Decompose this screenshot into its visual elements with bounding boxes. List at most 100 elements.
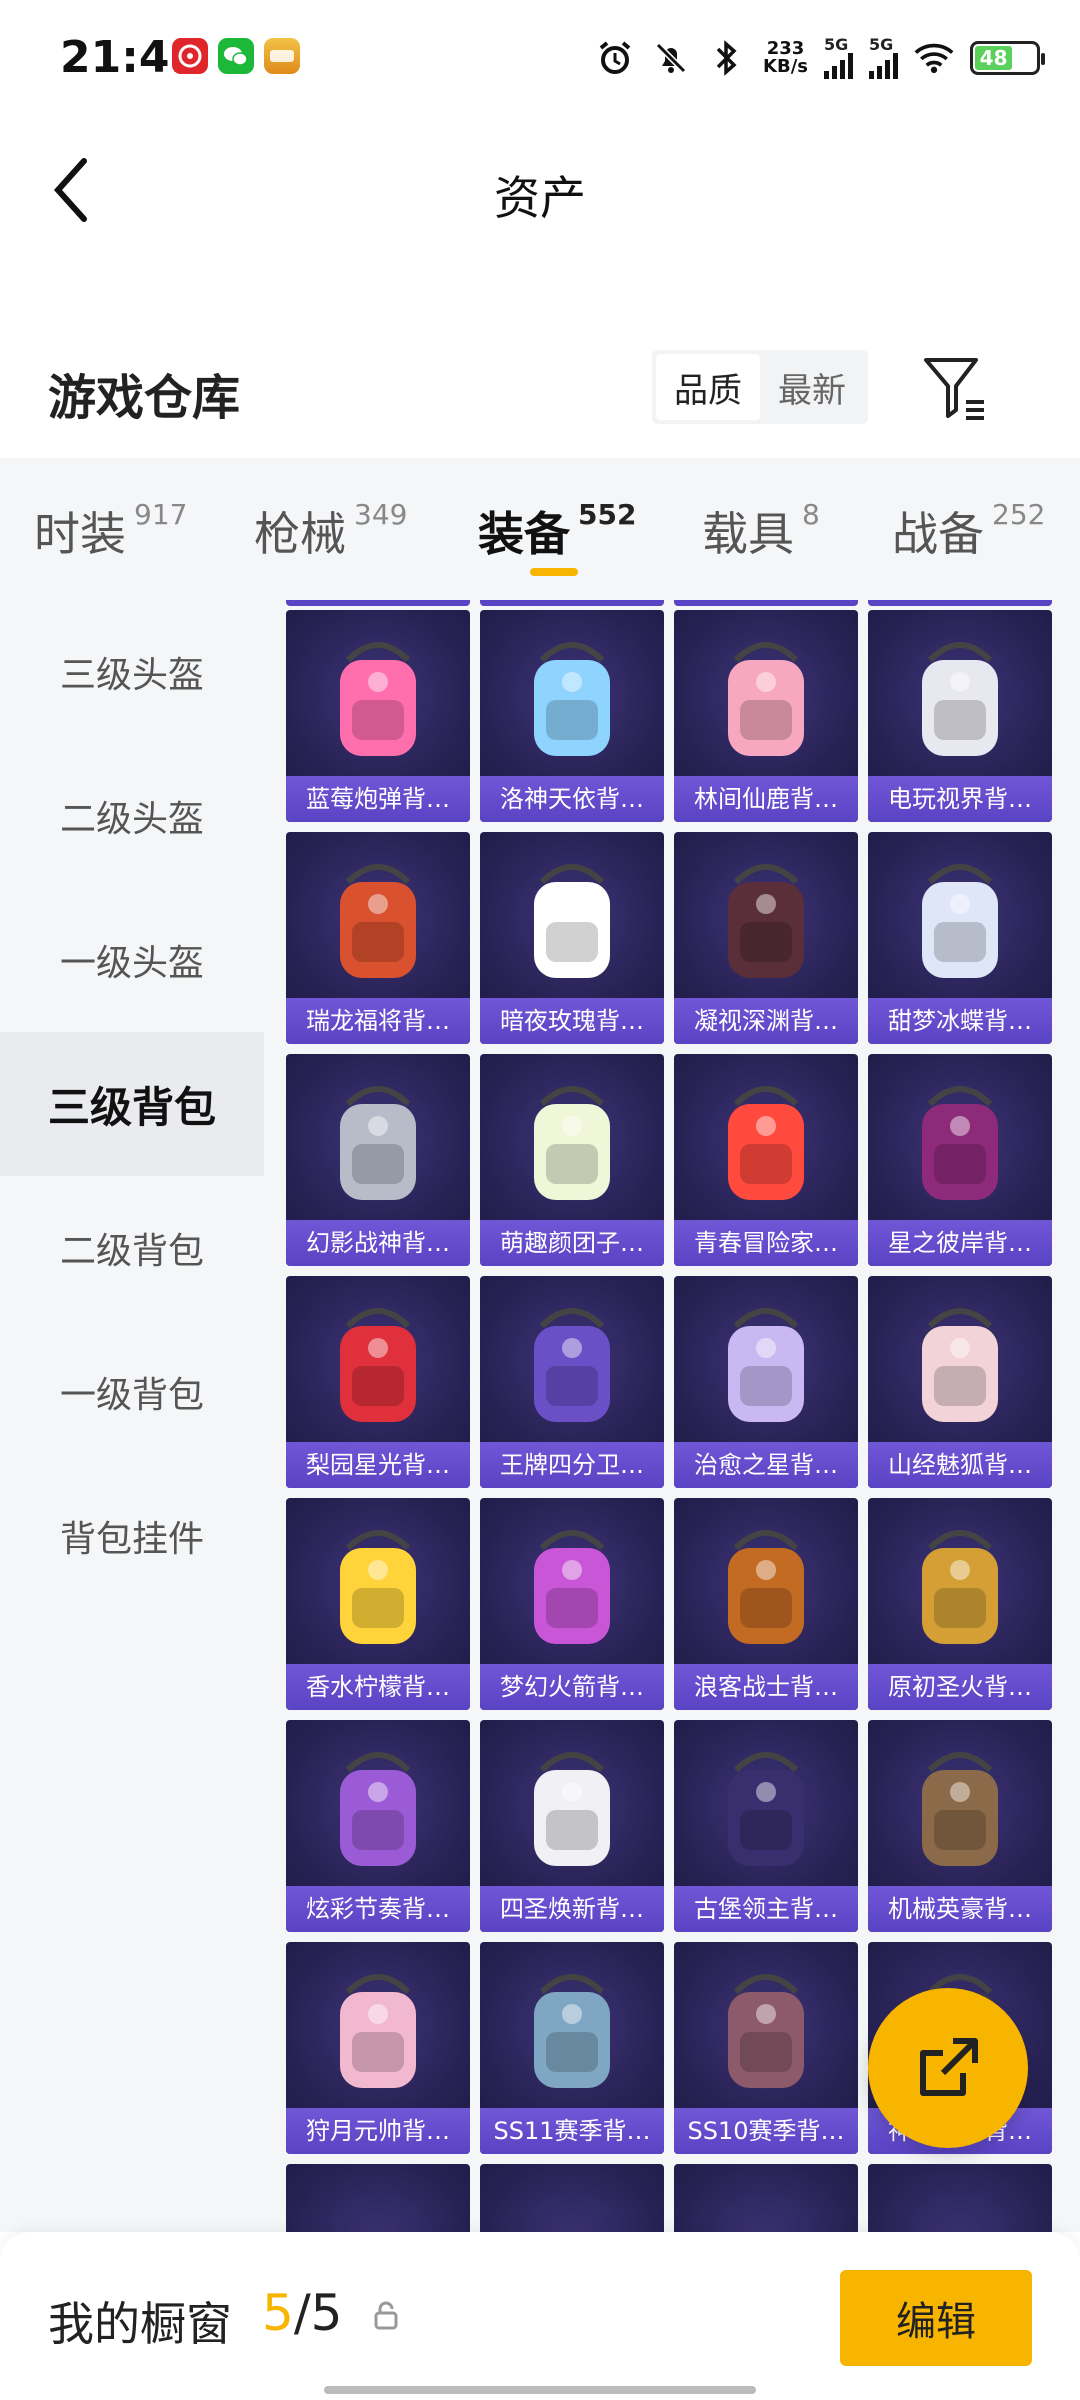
item-card[interactable]: 暗夜玫瑰背… <box>480 832 664 1044</box>
share-button[interactable] <box>868 1988 1028 2148</box>
wechat-icon <box>218 38 254 74</box>
sidebar-item-helmet-2[interactable]: 二级头盔 <box>0 744 264 888</box>
item-name: 青春冒险家… <box>674 1220 858 1266</box>
item-card[interactable] <box>868 2164 1052 2232</box>
item-name: SS11赛季背… <box>480 2108 664 2154</box>
sort-quality-button[interactable]: 品质 <box>656 354 760 420</box>
item-card[interactable] <box>480 2164 664 2232</box>
item-card[interactable]: 林间仙鹿背… <box>674 610 858 822</box>
item-name: 炫彩节奏背… <box>286 1886 470 1932</box>
item-card[interactable]: 瑞龙福将背… <box>286 832 470 1044</box>
backpack-icon <box>318 1518 438 1658</box>
item-card[interactable]: 王牌四分卫… <box>480 1276 664 1488</box>
item-card[interactable]: 青春冒险家… <box>674 1054 858 1266</box>
item-name: SS10赛季背… <box>674 2108 858 2154</box>
backpack-icon <box>318 630 438 770</box>
sim1-signal: 5G <box>824 37 853 79</box>
item-card[interactable]: 梨园星光背… <box>286 1276 470 1488</box>
backpack-icon <box>706 630 826 770</box>
sidebar-item-backpack-1[interactable]: 一级背包 <box>0 1320 264 1464</box>
item-name: 浪客战士背… <box>674 1664 858 1710</box>
edit-button[interactable]: 编辑 <box>840 2270 1032 2366</box>
item-card[interactable]: SS11赛季背… <box>480 1942 664 2154</box>
item-card[interactable]: 萌趣颜团子… <box>480 1054 664 1266</box>
item-card[interactable]: 香水柠檬背… <box>286 1498 470 1710</box>
backpack-icon <box>900 1296 1020 1436</box>
item-card[interactable]: 甜梦冰蝶背… <box>868 832 1052 1044</box>
sidebar-item-backpack-charm[interactable]: 背包挂件 <box>0 1464 264 1608</box>
lock-icon[interactable] <box>372 2300 400 2330</box>
backpack-icon <box>900 1074 1020 1214</box>
showcase-label: 我的橱窗 <box>48 2297 232 2351</box>
item-card[interactable]: 机械英豪背… <box>868 1720 1052 1932</box>
item-card[interactable]: 凝视深渊背… <box>674 832 858 1044</box>
sidebar-item-backpack-2[interactable]: 二级背包 <box>0 1176 264 1320</box>
backpack-icon <box>900 1740 1020 1880</box>
sidebar-item-helmet-1[interactable]: 一级头盔 <box>0 888 264 1032</box>
item-card[interactable]: 山经魅狐背… <box>868 1276 1052 1488</box>
item-name: 暗夜玫瑰背… <box>480 998 664 1044</box>
bluetooth-icon <box>707 38 747 78</box>
item-card[interactable]: 电玩视界背… <box>868 610 1052 822</box>
backpack-icon <box>318 1296 438 1436</box>
item-card[interactable]: SS10赛季背… <box>674 1942 858 2154</box>
warehouse-title: 游戏仓库 <box>48 370 241 426</box>
item-name: 四圣焕新背… <box>480 1886 664 1932</box>
item-name: 甜梦冰蝶背… <box>868 998 1052 1044</box>
backpack-icon <box>512 1074 632 1214</box>
sidebar-item-helmet-3[interactable]: 三级头盔 <box>0 600 264 744</box>
tab-combat-gear[interactable]: 战备 252 <box>892 498 1045 564</box>
backpack-icon <box>318 1962 438 2102</box>
partial-card[interactable] <box>868 600 1052 606</box>
tab-equipment[interactable]: 装备 552 <box>478 498 636 564</box>
partial-card[interactable] <box>480 600 664 606</box>
net-speed-unit: KB/s <box>763 56 808 77</box>
backpack-icon <box>512 1518 632 1658</box>
item-card[interactable]: 洛神天依背… <box>480 610 664 822</box>
item-name: 电玩视界背… <box>868 776 1052 822</box>
battery-icon: 48 <box>970 41 1045 75</box>
tab-label: 战备 <box>892 507 984 561</box>
item-card[interactable]: 原初圣火背… <box>868 1498 1052 1710</box>
battery-level: 48 <box>975 46 1013 70</box>
item-name: 原初圣火背… <box>868 1664 1052 1710</box>
backpack-icon <box>706 1962 826 2102</box>
item-card[interactable]: 蓝莓炮弹背… <box>286 610 470 822</box>
alarm-icon <box>595 38 635 78</box>
item-card[interactable]: 浪客战士背… <box>674 1498 858 1710</box>
showcase-count: 5/5 <box>262 2284 342 2342</box>
backpack-icon <box>706 1740 826 1880</box>
item-card[interactable] <box>674 2164 858 2232</box>
category-tabs: 时装 917 枪械 349 装备 552 载具 8 战备 252 <box>0 458 1080 600</box>
item-name: 蓝莓炮弹背… <box>286 776 470 822</box>
tab-count: 8 <box>802 498 820 531</box>
tab-fashion[interactable]: 时装 917 <box>34 498 187 564</box>
item-card[interactable]: 星之彼岸背… <box>868 1054 1052 1266</box>
item-name: 狩月元帅背… <box>286 2108 470 2154</box>
backpack-icon <box>900 630 1020 770</box>
item-card[interactable]: 梦幻火箭背… <box>480 1498 664 1710</box>
backpack-icon <box>512 1740 632 1880</box>
item-name: 凝视深渊背… <box>674 998 858 1044</box>
item-card[interactable]: 狩月元帅背… <box>286 1942 470 2154</box>
item-card[interactable]: 炫彩节奏背… <box>286 1720 470 1932</box>
item-card[interactable] <box>286 2164 470 2232</box>
game-app-icon <box>264 38 300 74</box>
backpack-icon <box>706 1074 826 1214</box>
item-card[interactable]: 幻影战神背… <box>286 1054 470 1266</box>
tab-label: 时装 <box>34 507 126 561</box>
backpack-icon <box>318 1074 438 1214</box>
sort-newest-button[interactable]: 最新 <box>760 354 864 420</box>
partial-card[interactable] <box>286 600 470 606</box>
filter-button[interactable] <box>920 352 990 424</box>
backpack-icon <box>512 1962 632 2102</box>
item-card[interactable]: 四圣焕新背… <box>480 1720 664 1932</box>
tab-vehicles[interactable]: 载具 8 <box>702 498 820 564</box>
sidebar-item-backpack-3[interactable]: 三级背包 <box>0 1032 264 1176</box>
item-card[interactable]: 古堡领主背… <box>674 1720 858 1932</box>
backpack-icon <box>706 852 826 992</box>
item-name: 萌趣颜团子… <box>480 1220 664 1266</box>
partial-card[interactable] <box>674 600 858 606</box>
item-card[interactable]: 治愈之星背… <box>674 1276 858 1488</box>
tab-weapons[interactable]: 枪械 349 <box>254 498 407 564</box>
